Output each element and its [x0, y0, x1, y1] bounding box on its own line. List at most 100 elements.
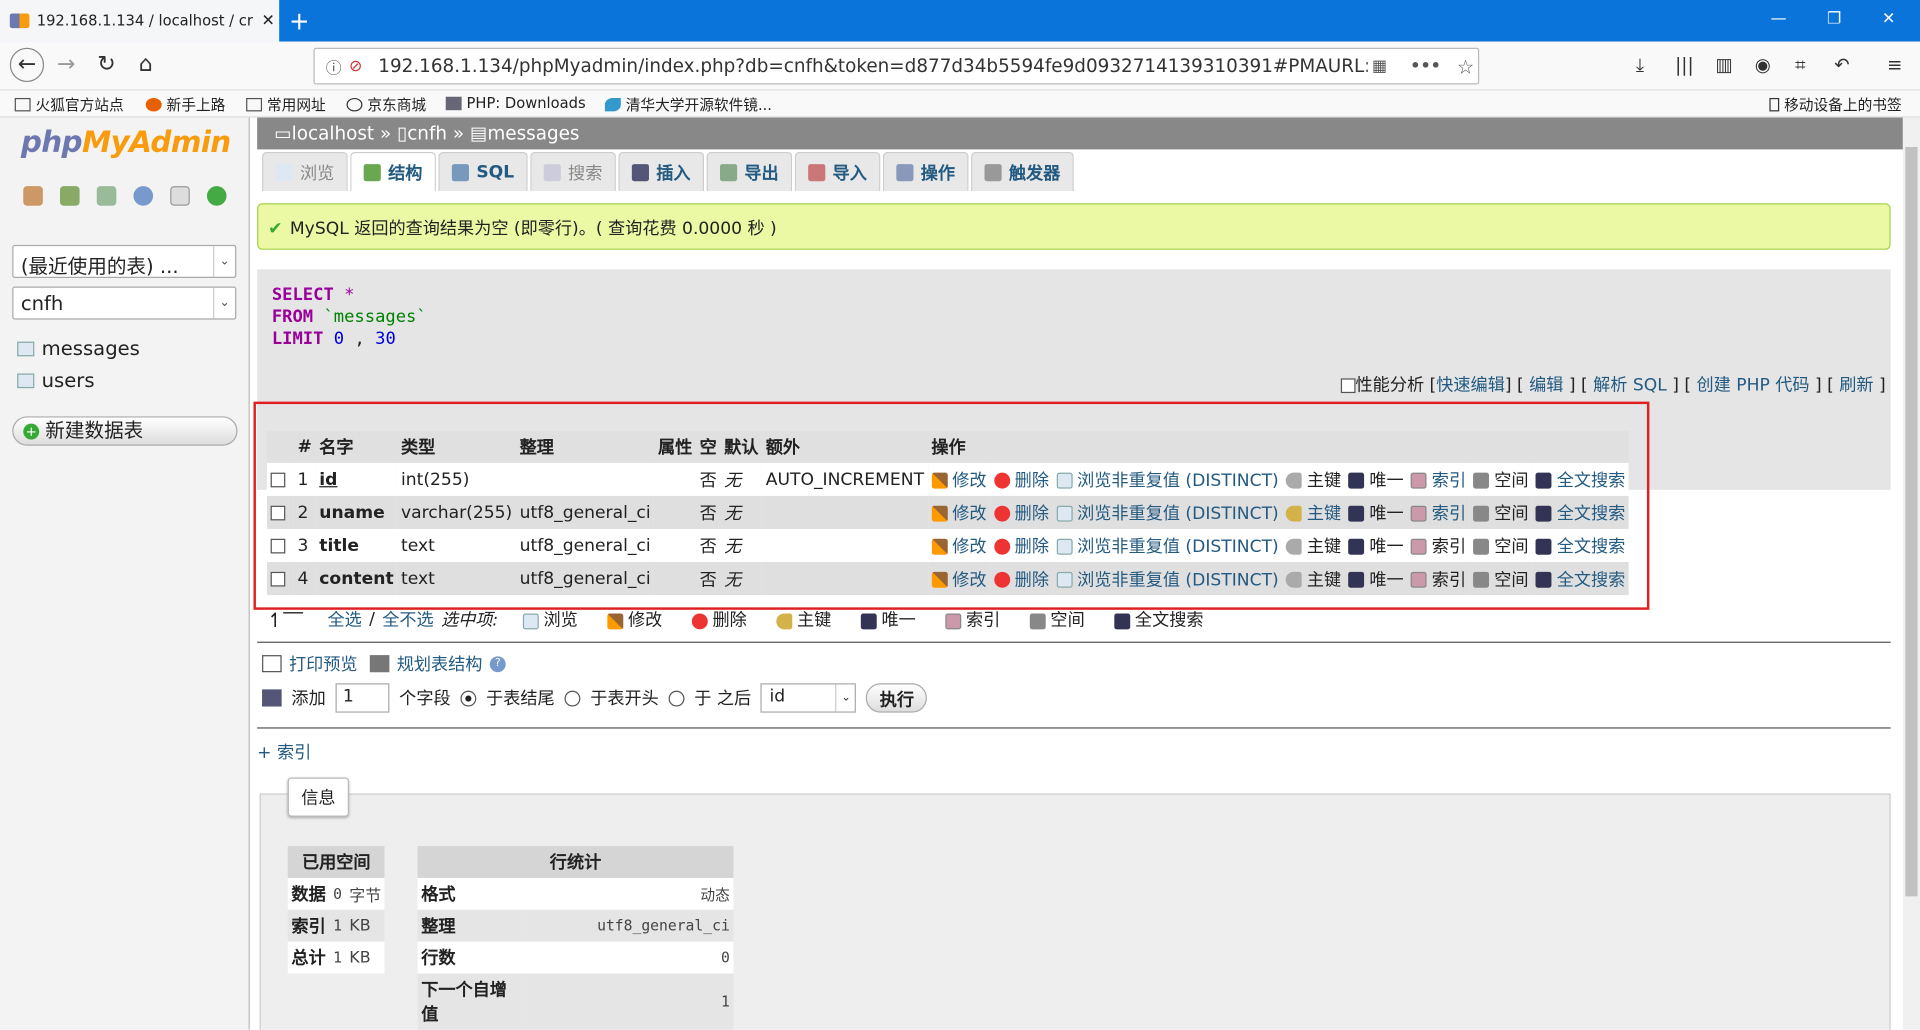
- bookmark-item[interactable]: 新手上路: [145, 94, 225, 115]
- tab-6[interactable]: 导入: [794, 151, 881, 192]
- tab-8[interactable]: 触发器: [970, 151, 1074, 192]
- edit-link[interactable]: 编辑: [1529, 376, 1563, 396]
- insecure-lock-icon[interactable]: ⊘: [349, 57, 362, 75]
- cell-name[interactable]: content: [315, 562, 398, 596]
- action-primary[interactable]: 主键: [1282, 528, 1345, 563]
- action-unique[interactable]: 唯一: [1344, 462, 1408, 496]
- row-checkbox[interactable]: [270, 538, 286, 553]
- new-table-button[interactable]: + 新建数据表: [12, 416, 238, 446]
- home-icon[interactable]: [23, 186, 43, 206]
- action-unique[interactable]: 唯一: [1344, 528, 1408, 563]
- more-actions-icon[interactable]: •••: [1410, 57, 1441, 75]
- action-change[interactable]: 修改: [927, 528, 991, 563]
- action-index[interactable]: 索引: [1407, 528, 1470, 563]
- page-scrollbar[interactable]: [1902, 117, 1920, 1030]
- profiling-checkbox[interactable]: [1340, 378, 1356, 394]
- action-drop[interactable]: 删除: [990, 495, 1053, 529]
- reload-nav-icon[interactable]: [206, 186, 227, 206]
- query-window-icon[interactable]: [96, 186, 117, 206]
- check-all-link[interactable]: 全选: [327, 607, 361, 631]
- bookmark-item[interactable]: 火狐官方站点: [14, 94, 124, 115]
- row-select[interactable]: [266, 528, 294, 563]
- execute-button[interactable]: 执行: [866, 683, 928, 713]
- bookmark-star-icon[interactable]: ☆: [1457, 54, 1475, 77]
- bulk-unique-button[interactable]: 唯一: [860, 607, 916, 631]
- scrollbar-thumb[interactable]: [1905, 146, 1918, 897]
- row-select[interactable]: [266, 562, 294, 596]
- cell-name[interactable]: title: [315, 528, 398, 563]
- bulk-fulltext-button[interactable]: 全文搜索: [1114, 607, 1203, 631]
- bookmark-item[interactable]: 清华大学开源软件镜...: [604, 94, 772, 115]
- close-tab-icon[interactable]: ✕: [257, 12, 279, 30]
- sidebar-table-messages[interactable]: messages: [17, 337, 140, 360]
- undo-icon[interactable]: ↶: [1834, 54, 1849, 76]
- tab-2[interactable]: SQL: [438, 151, 528, 192]
- logout-icon[interactable]: [60, 186, 80, 206]
- add-count-input[interactable]: 1: [335, 683, 390, 713]
- action-change[interactable]: 修改: [927, 495, 991, 529]
- account-icon[interactable]: ◉: [1755, 54, 1771, 76]
- bulk-index-button[interactable]: 索引: [945, 607, 1000, 631]
- at-end-radio[interactable]: [460, 690, 477, 706]
- action-primary[interactable]: 主键: [1282, 495, 1345, 529]
- new-tab-button[interactable]: +: [289, 6, 310, 35]
- row-select[interactable]: [266, 495, 294, 529]
- row-checkbox[interactable]: [270, 571, 286, 586]
- docs-icon[interactable]: [170, 186, 190, 206]
- phpmyadmin-logo[interactable]: phpMyAdmin: [21, 125, 231, 159]
- breadcrumb-server[interactable]: localhost: [292, 122, 374, 144]
- col-header-name[interactable]: 名字: [315, 431, 398, 463]
- tab-5[interactable]: 导出: [706, 151, 793, 192]
- row-checkbox[interactable]: [270, 505, 286, 520]
- sidebar-table-users[interactable]: users: [17, 369, 95, 392]
- action-primary[interactable]: 主键: [1282, 462, 1345, 496]
- breadcrumb-table[interactable]: messages: [487, 122, 579, 144]
- action-distinct[interactable]: 浏览非重复值 (DISTINCT): [1052, 462, 1283, 496]
- bulk-browse-button[interactable]: 浏览: [522, 607, 578, 631]
- bulk-primary-button[interactable]: 主键: [776, 607, 831, 631]
- uncheck-all-link[interactable]: 全不选: [382, 607, 433, 631]
- row-checkbox[interactable]: [270, 472, 286, 487]
- tab-7[interactable]: 操作: [882, 151, 969, 192]
- help-icon[interactable]: ?: [489, 655, 506, 672]
- action-fulltext[interactable]: 全文搜索: [1532, 462, 1629, 496]
- action-distinct[interactable]: 浏览非重复值 (DISTINCT): [1052, 528, 1283, 563]
- action-drop[interactable]: 删除: [990, 528, 1053, 563]
- cell-name[interactable]: id: [315, 462, 398, 496]
- at-beginning-radio[interactable]: [564, 690, 581, 706]
- action-spatial[interactable]: 空间: [1469, 562, 1533, 596]
- breadcrumb-db[interactable]: cnfh: [407, 122, 447, 144]
- cell-name[interactable]: uname: [315, 495, 398, 529]
- browser-tab[interactable]: 192.168.1.134 / localhost / cr ✕: [0, 0, 280, 42]
- database-select[interactable]: cnfh ⌄: [12, 286, 237, 320]
- bulk-drop-button[interactable]: 删除: [691, 607, 747, 631]
- after-radio[interactable]: [668, 690, 685, 706]
- propose-structure-link[interactable]: 规划表结构: [397, 651, 483, 675]
- home-icon[interactable]: ⌂: [131, 51, 160, 77]
- tab-3[interactable]: 搜索: [530, 151, 616, 192]
- action-change[interactable]: 修改: [927, 462, 991, 496]
- maximize-button[interactable]: ❐: [1827, 10, 1841, 28]
- library-icon[interactable]: |||: [1675, 54, 1694, 76]
- bookmark-item[interactable]: 常用网址: [246, 94, 326, 115]
- action-drop[interactable]: 删除: [990, 562, 1053, 596]
- action-drop[interactable]: 删除: [990, 462, 1053, 496]
- action-distinct[interactable]: 浏览非重复值 (DISTINCT): [1052, 495, 1283, 529]
- tab-0[interactable]: 浏览: [262, 151, 348, 192]
- mobile-bookmarks[interactable]: 移动设备上的书签: [1769, 94, 1902, 115]
- action-index[interactable]: 索引: [1407, 495, 1470, 529]
- action-spatial[interactable]: 空间: [1469, 495, 1533, 529]
- add-index-link[interactable]: + 索引: [257, 740, 311, 764]
- bulk-change-button[interactable]: 修改: [607, 607, 662, 631]
- action-unique[interactable]: 唯一: [1344, 562, 1408, 596]
- row-select[interactable]: [266, 462, 294, 496]
- action-spatial[interactable]: 空间: [1469, 528, 1533, 563]
- action-change[interactable]: 修改: [927, 562, 991, 596]
- php-code-link[interactable]: 创建 PHP 代码: [1697, 376, 1810, 396]
- action-fulltext[interactable]: 全文搜索: [1532, 562, 1629, 596]
- url-bar[interactable]: ⓘ ⊘ 192.168.1.134/phpMyadmin/index.php?d…: [313, 47, 1480, 85]
- action-spatial[interactable]: 空间: [1469, 462, 1533, 496]
- recent-tables-select[interactable]: (最近使用的表) ... ⌄: [12, 244, 237, 278]
- action-index[interactable]: 索引: [1407, 562, 1470, 596]
- reload-icon[interactable]: ↻: [92, 51, 121, 77]
